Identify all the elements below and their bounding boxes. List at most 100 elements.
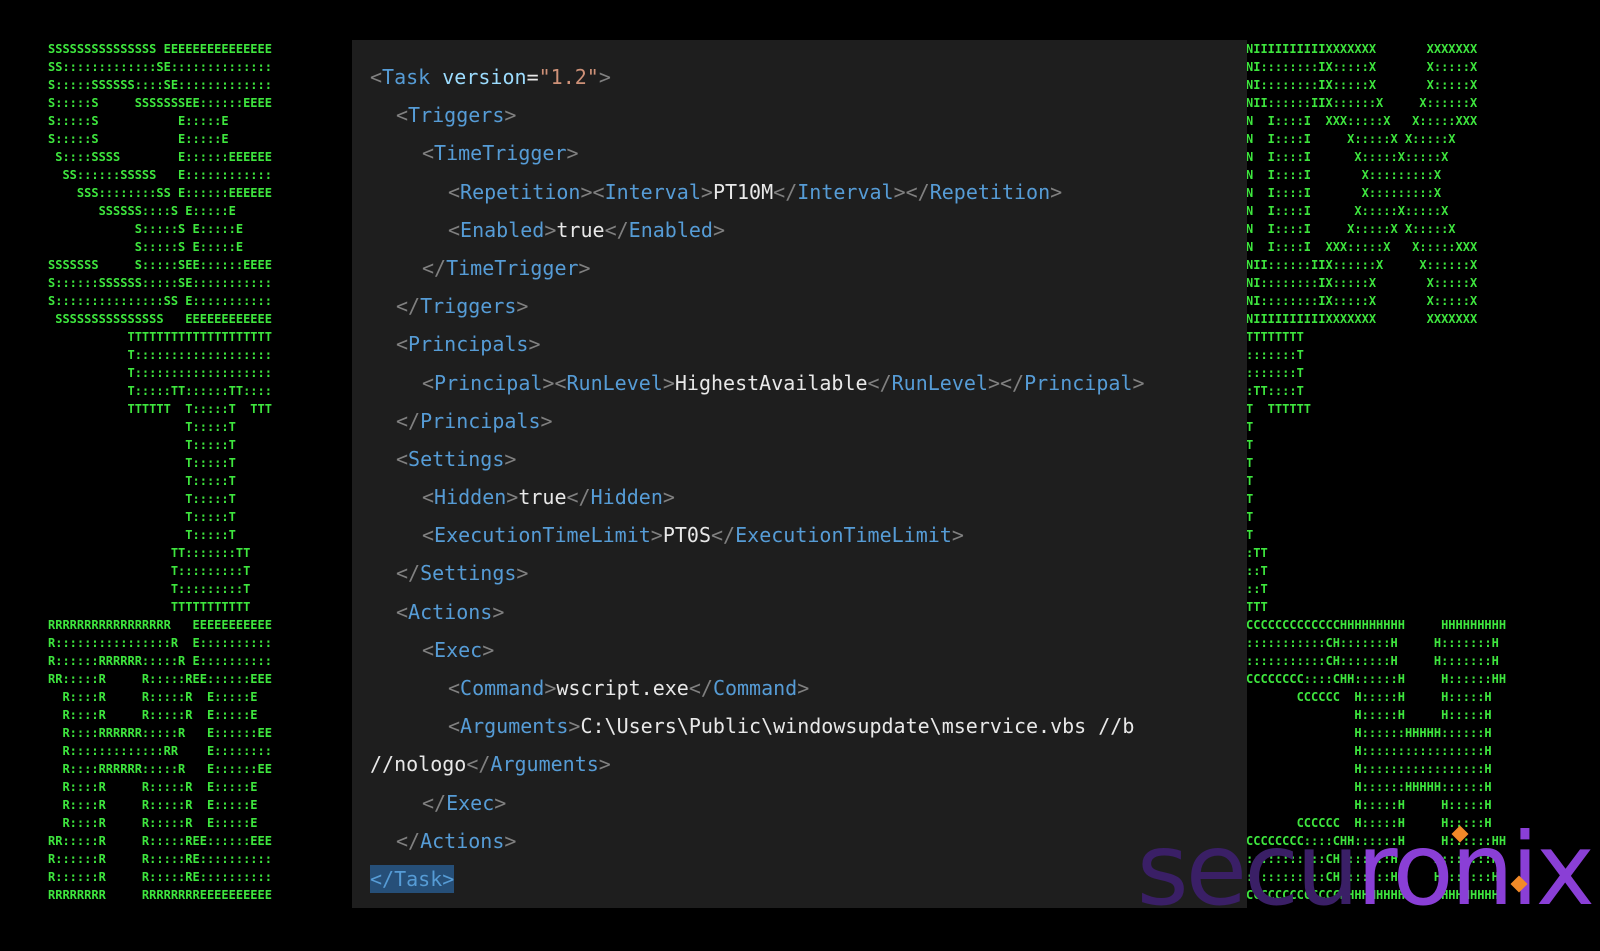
ascii-art-left: SSSSSSSSSSSSSSS EEEEEEEEEEEEEEE SS::::::… <box>48 42 272 902</box>
code-line: </Task> <box>370 860 1247 898</box>
code-token: Principal <box>1024 370 1133 395</box>
code-token: < <box>448 714 461 739</box>
code-token: ></ <box>987 370 1025 395</box>
code-line: <Task version="1.2"> <box>370 58 1247 96</box>
code-token: version <box>442 65 527 89</box>
code-token: > <box>492 599 505 624</box>
code-token: > <box>504 828 517 853</box>
code-token: > <box>578 255 591 280</box>
code-token: Command <box>460 676 545 700</box>
code-line: <Principals> <box>370 325 1247 363</box>
code-token: >< <box>580 179 605 204</box>
code-line: <TimeTrigger> <box>370 134 1247 172</box>
code-token: > <box>568 714 581 739</box>
code-token: < <box>448 179 461 204</box>
code-token: > <box>516 561 529 586</box>
code-token: < <box>396 599 409 624</box>
code-token: Enabled <box>628 217 713 242</box>
code-token: Triggers <box>408 103 505 128</box>
code-token: </ <box>711 523 736 548</box>
code-line: </Actions> <box>370 822 1247 860</box>
code-token: < <box>422 370 435 395</box>
code-token: Hidden <box>434 485 507 510</box>
code-token: < <box>370 65 383 89</box>
code-token: Task <box>382 65 431 89</box>
code-token: > <box>506 485 519 510</box>
code-line: <Settings> <box>370 440 1247 478</box>
ascii-art-right: NIIIIIIIIIIXXXXXXX XXXXXXX NI::::::::IX:… <box>1246 42 1507 902</box>
code-token: > <box>797 676 810 700</box>
code-line: <Exec> <box>370 631 1247 669</box>
code-line: </Triggers> <box>370 287 1247 325</box>
code-token: Arguments <box>490 752 599 777</box>
code-line: <Triggers> <box>370 96 1247 134</box>
code-line: <ExecutionTimeLimit>PT0S</ExecutionTimeL… <box>370 516 1247 554</box>
code-token: > <box>1132 370 1145 395</box>
code-token: < <box>422 637 435 662</box>
code-token: > <box>544 676 557 700</box>
code-line: //nologo</Arguments> <box>370 745 1247 783</box>
code-token: //nologo <box>370 752 467 777</box>
code-token: Interval <box>604 179 701 204</box>
code-token: </ <box>604 217 629 242</box>
xml-code-block: <Task version="1.2"> <Triggers> <TimeTrigg… <box>370 58 1247 898</box>
code-token: Principals <box>420 408 541 433</box>
code-token: PT10M <box>712 179 774 204</box>
code-token: Arguments <box>460 714 569 739</box>
code-token: Repetition <box>460 179 581 204</box>
code-token: C:\Users\Public\windowsupdate\mservice.v… <box>580 714 1135 739</box>
code-token: > <box>598 65 611 89</box>
code-token: < <box>396 332 409 357</box>
code-token: </ <box>422 255 447 280</box>
code-token: > <box>712 217 725 242</box>
code-token: > <box>662 370 675 395</box>
code-token: > <box>516 294 529 319</box>
code-token: > <box>544 217 557 242</box>
code-token: Actions <box>420 828 505 853</box>
code-token: wscript.exe <box>556 676 689 700</box>
code-token: > <box>482 637 495 662</box>
code-token: < <box>422 141 435 166</box>
code-token: TimeTrigger <box>446 255 579 280</box>
code-token: "1.2" <box>538 65 599 89</box>
code-token: >< <box>542 370 567 395</box>
code-token: Exec <box>434 637 483 662</box>
code-line: <Enabled>true</Enabled> <box>370 211 1247 249</box>
code-token: </ <box>466 752 491 777</box>
code-token: > <box>598 752 611 777</box>
code-line: <Hidden>true</Hidden> <box>370 478 1247 516</box>
code-token: > <box>1050 179 1063 204</box>
code-token: </ <box>773 179 798 204</box>
code-token: Principal <box>434 370 543 395</box>
code-line: <Repetition><Interval>PT10M</Interval></… <box>370 173 1247 211</box>
code-token: </ <box>396 294 421 319</box>
code-token: </ <box>566 485 591 510</box>
code-token: > <box>528 332 541 357</box>
code-token: < <box>396 446 409 471</box>
code-token: ExecutionTimeLimit <box>735 523 952 548</box>
code-editor-panel[interactable]: <Task version="1.2"> <Triggers> <TimeTrigg… <box>352 40 1247 908</box>
code-token: </ <box>867 370 892 395</box>
code-token: > <box>662 485 675 510</box>
code-token: RunLevel <box>891 370 988 395</box>
code-token: < <box>422 485 435 510</box>
code-token: Triggers <box>420 294 517 319</box>
code-token: < <box>396 103 409 128</box>
brand-logo-bright-part: ronix <box>1356 811 1595 928</box>
code-token: Repetition <box>929 179 1051 204</box>
selection-highlight: </Task> <box>370 864 455 893</box>
code-token: Settings <box>408 446 505 471</box>
code-line: </Settings> <box>370 554 1247 592</box>
code-line: </Principals> <box>370 402 1247 440</box>
brand-logo-dim-part: secu <box>1136 811 1360 928</box>
code-token: Principals <box>408 332 529 357</box>
code-token: < <box>448 217 461 242</box>
code-line: <Arguments>C:\Users\Public\windowsupdate… <box>370 707 1247 745</box>
code-token: </ <box>396 408 421 433</box>
code-line: </Exec> <box>370 784 1247 822</box>
code-token: < <box>448 676 461 700</box>
code-token: ></ <box>893 179 930 204</box>
code-token: HighestAvailable <box>674 370 868 395</box>
code-token: Settings <box>420 561 517 586</box>
